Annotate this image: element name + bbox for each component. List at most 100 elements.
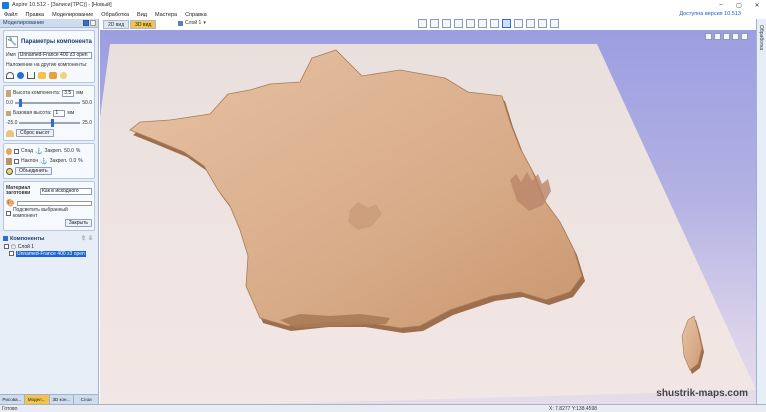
table-view-icon[interactable] bbox=[550, 19, 559, 28]
menu-help[interactable]: Справка bbox=[181, 12, 211, 18]
highlight-checkbox[interactable] bbox=[6, 210, 11, 216]
zoom-box-icon[interactable] bbox=[430, 19, 439, 28]
height-input[interactable]: 3.5 bbox=[62, 89, 75, 97]
menu-modeling[interactable]: Моделирование bbox=[48, 12, 97, 18]
add-mode-icon[interactable] bbox=[17, 71, 24, 79]
combine-button[interactable]: Объединить bbox=[15, 167, 52, 175]
component-params-section: 🔧 Параметры компонента Имя Unnamed-Franc… bbox=[3, 30, 95, 83]
tilt-row: Наклон ⚓ Закреп. 0.0 % bbox=[6, 156, 92, 166]
right-view-icon[interactable] bbox=[490, 19, 499, 28]
base-label: Базовая высота: bbox=[13, 110, 52, 116]
fade-lock-icon[interactable]: ⚓ bbox=[35, 148, 42, 155]
material-swatch[interactable] bbox=[16, 200, 92, 206]
tilt-lock-icon[interactable]: ⚓ bbox=[40, 158, 47, 165]
split-view-icon[interactable] bbox=[538, 19, 547, 28]
multiply-mode-icon[interactable] bbox=[60, 71, 67, 79]
fade-value[interactable]: 50.0 bbox=[64, 148, 74, 154]
status-bar: Готово X: 7.8277 Y:138.4598 bbox=[0, 404, 766, 412]
tilt-value[interactable]: 0.0 bbox=[69, 158, 76, 164]
minimize-button[interactable]: – bbox=[712, 2, 730, 8]
high-mode-icon[interactable] bbox=[38, 71, 46, 79]
panel-close-icon[interactable] bbox=[90, 20, 96, 26]
fade-label: Спад bbox=[21, 148, 34, 154]
close-button[interactable]: ✕ bbox=[748, 2, 766, 9]
tab-layers[interactable]: Слои bbox=[74, 395, 99, 404]
overlay-label-row: Наложение на другие компоненты: bbox=[6, 60, 92, 70]
render-icon[interactable] bbox=[502, 19, 511, 28]
base-height-icon bbox=[6, 110, 11, 116]
params-title-row: 🔧 Параметры компонента bbox=[6, 33, 92, 50]
menu-wizards[interactable]: Мастера bbox=[151, 12, 181, 18]
reset-row: Сброс высот bbox=[6, 128, 92, 138]
settings-icon[interactable] bbox=[723, 33, 730, 40]
toolpaths-strip-label: Обработка bbox=[758, 25, 764, 51]
top-view-icon[interactable] bbox=[466, 19, 475, 28]
view-toolbar bbox=[418, 19, 559, 30]
fade-unit: % bbox=[75, 148, 81, 154]
pan-icon[interactable] bbox=[714, 33, 721, 40]
height-icon bbox=[6, 89, 11, 97]
component-label: Unnamed-France 400 z3 open bbox=[16, 250, 86, 257]
merge-mode-icon[interactable] bbox=[6, 71, 14, 79]
tab-drawing[interactable]: Рисова... bbox=[0, 395, 25, 404]
panel-tabs: Рисова... Модел... 3D кон... Слои bbox=[0, 394, 99, 404]
palette-icon: 🎨 bbox=[6, 200, 15, 207]
tilt-checkbox[interactable] bbox=[14, 158, 19, 164]
layer-tree-row[interactable]: ▢ Слой 1 bbox=[0, 243, 98, 250]
front-view-icon[interactable] bbox=[478, 19, 487, 28]
base-unit: мм bbox=[67, 110, 75, 116]
zoom-fit-icon[interactable] bbox=[705, 33, 712, 40]
menu-file[interactable]: Файл bbox=[0, 12, 22, 18]
reset-height-button[interactable]: Сброс высот bbox=[16, 129, 54, 137]
status-ready: Готово bbox=[2, 405, 18, 412]
toolpaths-strip[interactable]: Обработка bbox=[756, 19, 766, 404]
menu-toolpaths[interactable]: Обработка bbox=[97, 12, 133, 18]
pin-icon[interactable] bbox=[83, 20, 89, 26]
panel-header: Моделирование bbox=[0, 19, 98, 28]
base-slider-knob[interactable] bbox=[51, 119, 55, 127]
panel-title: Моделирование bbox=[3, 20, 45, 26]
base-slider[interactable] bbox=[19, 119, 81, 127]
version-available-link[interactable]: Доступна версия 10.513 bbox=[679, 11, 741, 17]
material-select[interactable]: Как в исходного bbox=[40, 187, 92, 195]
combine-icon bbox=[6, 167, 13, 175]
zoom-extents-icon[interactable] bbox=[418, 19, 427, 28]
component-tree-row[interactable]: Unnamed-France 400 z3 open bbox=[0, 250, 98, 257]
component-name-input[interactable]: Unnamed-France 400 z3 open bbox=[17, 51, 92, 59]
overlay-modes-row bbox=[6, 70, 92, 80]
maximize-button[interactable]: ▢ bbox=[730, 2, 748, 9]
tab-3d-view[interactable]: 3D вид bbox=[130, 20, 157, 29]
shaded-icon[interactable] bbox=[514, 19, 523, 28]
low-mode-icon[interactable] bbox=[49, 71, 57, 79]
height-min: 0.0 bbox=[6, 100, 13, 106]
grid-icon[interactable] bbox=[442, 19, 451, 28]
component-visibility-checkbox[interactable] bbox=[9, 251, 14, 256]
subtract-mode-icon[interactable] bbox=[27, 71, 35, 79]
tab-modeling[interactable]: Модел... bbox=[24, 395, 50, 404]
layer-label: Слой 1 bbox=[17, 243, 35, 250]
lock-icon[interactable] bbox=[732, 33, 739, 40]
material-view-icon[interactable] bbox=[526, 19, 535, 28]
base-input[interactable]: 1 bbox=[53, 109, 66, 117]
base-row: Базовая высота: 1 мм bbox=[6, 108, 92, 118]
fade-checkbox[interactable] bbox=[14, 148, 19, 154]
combine-row: Объединить bbox=[6, 166, 92, 176]
highlight-row: Подсветить выбранный компонент bbox=[6, 207, 92, 219]
tab-3d-clipart[interactable]: 3D кон... bbox=[50, 395, 75, 404]
height-slider-knob[interactable] bbox=[18, 99, 22, 107]
close-panel-button[interactable]: Закрыть bbox=[64, 219, 92, 227]
height-slider[interactable] bbox=[14, 99, 81, 107]
layer-visibility-checkbox[interactable] bbox=[4, 244, 9, 249]
components-title: Компоненты bbox=[10, 235, 45, 242]
viewport-close-icon[interactable] bbox=[741, 33, 748, 40]
move-up-icon[interactable]: ⇧ bbox=[81, 235, 86, 242]
menu-view[interactable]: Вид bbox=[133, 12, 151, 18]
menu-edit[interactable]: Правка bbox=[22, 12, 49, 18]
tab-2d-view[interactable]: 2D вид bbox=[103, 20, 130, 29]
3d-viewport[interactable]: shustrik-maps.com bbox=[100, 30, 756, 404]
iso-view-icon[interactable] bbox=[454, 19, 463, 28]
cursor-coordinates: X: 7.8277 Y:138.4598 bbox=[549, 405, 598, 412]
move-down-icon[interactable]: ⇩ bbox=[88, 235, 93, 242]
base-min: -25.0 bbox=[6, 120, 18, 126]
layer-select[interactable]: Слой 1 ▾ bbox=[178, 20, 206, 26]
